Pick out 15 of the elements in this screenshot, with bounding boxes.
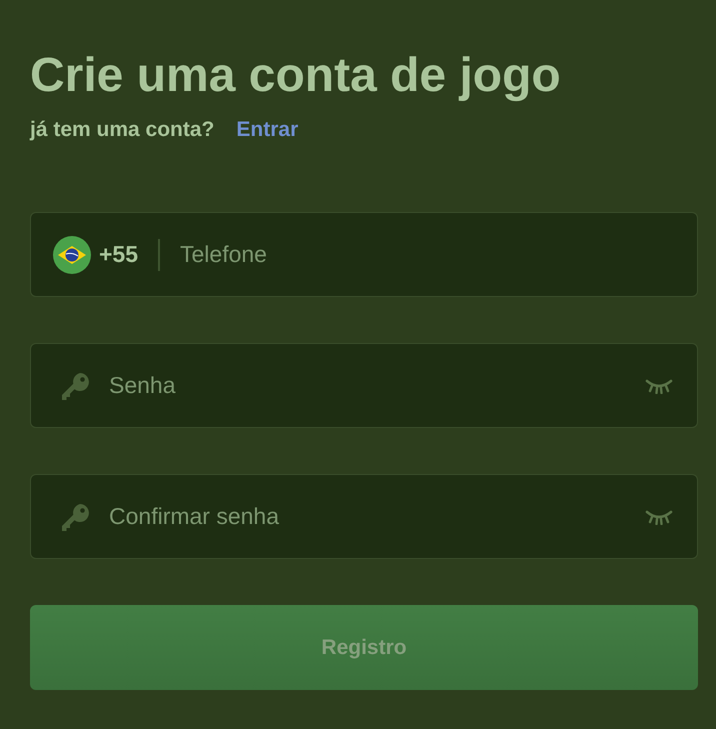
- phone-input[interactable]: Telefone: [180, 241, 673, 268]
- key-icon: [61, 370, 91, 400]
- password-field[interactable]: Confirmar senha: [30, 474, 698, 559]
- flag-icon: [53, 236, 91, 274]
- login-prompt: já tem uma conta?: [30, 118, 214, 142]
- page-title: Crie uma conta de jogo: [30, 48, 561, 104]
- phone-field[interactable]: +55 Telefone: [30, 212, 698, 297]
- password-input[interactable]: Confirmar senha: [109, 503, 635, 530]
- key-icon: [61, 502, 91, 532]
- closed-eye-icon[interactable]: [645, 378, 673, 394]
- closed-eye-icon[interactable]: [645, 508, 673, 524]
- login-link[interactable]: Entrar: [236, 118, 298, 142]
- password-field[interactable]: Senha: [30, 343, 698, 428]
- password-input[interactable]: Senha: [109, 372, 635, 399]
- country-code: +55: [99, 241, 138, 268]
